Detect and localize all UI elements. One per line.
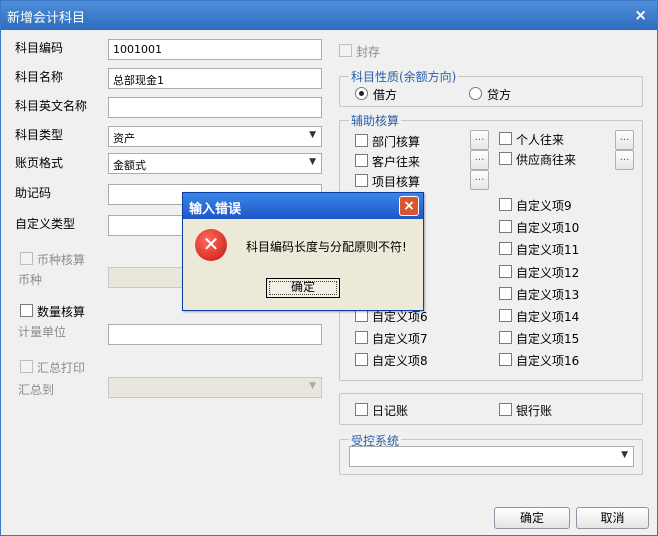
summary-to-label: 汇总到 (18, 383, 55, 397)
chevron-down-icon: ▼ (309, 381, 316, 391)
currency-label: 币种 (18, 273, 43, 287)
daily-journal-label: 日记账 (372, 404, 409, 418)
error-dialog: 输入错误 × ✕ 科目编码长度与分配原则不符! 确定 (182, 192, 424, 311)
currency-checkbox[interactable] (20, 252, 33, 265)
custom-item: 自定义项12 (516, 266, 580, 280)
close-icon[interactable]: × (634, 6, 647, 24)
credit-radio[interactable] (469, 87, 482, 100)
type-label: 科目类型 (15, 128, 64, 142)
chevron-down-icon: ▼ (309, 130, 316, 140)
aux-checkbox[interactable] (499, 287, 512, 300)
personal-select-button[interactable]: ... (615, 130, 634, 150)
dept-select-button[interactable]: ... (470, 130, 489, 150)
title-bar: 新增会计科目 × (1, 1, 657, 30)
currency-check-label: 币种核算 (37, 253, 86, 267)
debit-label: 借方 (373, 88, 398, 102)
aux-checkbox[interactable] (499, 242, 512, 255)
customer-select-button[interactable]: ... (470, 150, 489, 170)
aux-item-personal: 个人往来 (516, 133, 565, 147)
aux-checkbox[interactable] (499, 309, 512, 322)
custom-item: 自定义项15 (516, 332, 580, 346)
seal-checkbox[interactable] (339, 44, 352, 57)
ledger-label: 账页格式 (15, 156, 64, 170)
aux-checkbox[interactable] (499, 152, 512, 165)
aux-item-dept: 部门核算 (372, 135, 421, 149)
aux-checkbox[interactable] (499, 265, 512, 278)
dialog-message: 科目编码长度与分配原则不符! (246, 240, 407, 254)
supplier-select-button[interactable]: ... (615, 150, 634, 170)
error-icon: ✕ (195, 229, 227, 261)
custom-type-label: 自定义类型 (15, 217, 76, 231)
aux-checkbox[interactable] (355, 353, 368, 366)
code-label: 科目编码 (15, 41, 64, 55)
chevron-down-icon: ▼ (621, 450, 628, 460)
code-input[interactable]: 1001001 (108, 39, 322, 60)
aux-checkbox[interactable] (499, 353, 512, 366)
en-name-label: 科目英文名称 (15, 99, 88, 113)
bank-journal-label: 银行账 (516, 404, 553, 418)
quantity-check-label: 数量核算 (37, 305, 86, 319)
aux-checkbox[interactable] (499, 220, 512, 233)
en-name-input[interactable] (108, 97, 322, 118)
summary-to-select[interactable]: ▼ (108, 377, 322, 398)
custom-item: 自定义项8 (372, 354, 428, 368)
credit-label: 贷方 (487, 88, 512, 102)
aux-checkbox[interactable] (499, 198, 512, 211)
ok-button[interactable]: 确定 (494, 507, 570, 529)
aux-item-project: 项目核算 (372, 175, 421, 189)
custom-item: 自定义项7 (372, 332, 428, 346)
cancel-button[interactable]: 取消 (576, 507, 649, 529)
chevron-down-icon: ▼ (309, 157, 316, 167)
aux-checkbox[interactable] (355, 134, 368, 147)
type-value: 资产 (113, 132, 135, 145)
name-input[interactable]: 总部现金1 (108, 68, 322, 89)
seal-label: 封存 (356, 45, 381, 59)
dialog-ok-button[interactable]: 确定 (266, 278, 340, 298)
quantity-checkbox[interactable] (20, 304, 33, 317)
unit-input[interactable] (108, 324, 322, 345)
unit-label: 计量单位 (18, 325, 67, 339)
daily-journal-checkbox[interactable] (355, 403, 368, 416)
summary-print-label: 汇总打印 (37, 361, 86, 375)
window-title: 新增会计科目 (7, 11, 86, 26)
debit-radio[interactable] (355, 87, 368, 100)
bank-journal-checkbox[interactable] (499, 403, 512, 416)
mnemonic-label: 助记码 (15, 186, 52, 200)
custom-item: 自定义项11 (516, 243, 580, 257)
aux-checkbox[interactable] (499, 132, 512, 145)
dialog-title-bar: 输入错误 (183, 193, 423, 219)
dialog-close-icon[interactable]: × (399, 196, 419, 216)
aux-checkbox[interactable] (355, 331, 368, 344)
ledger-value: 金额式 (113, 159, 146, 172)
aux-checkbox[interactable] (499, 331, 512, 344)
aux-title: 辅助核算 (349, 112, 402, 129)
custom-item: 自定义项9 (516, 199, 572, 213)
custom-item: 自定义项10 (516, 221, 580, 235)
custom-item: 自定义项16 (516, 354, 580, 368)
custom-item: 自定义项14 (516, 310, 580, 324)
control-select[interactable]: ▼ (349, 446, 634, 467)
nature-title: 科目性质(余额方向) (349, 68, 459, 85)
aux-item-customer: 客户往来 (372, 155, 421, 169)
summary-print-checkbox[interactable] (20, 360, 33, 373)
custom-item: 自定义项13 (516, 288, 580, 302)
aux-item-supplier: 供应商往来 (516, 153, 577, 167)
dialog-title: 输入错误 (189, 202, 242, 217)
project-select-button[interactable]: ... (470, 170, 489, 190)
aux-checkbox[interactable] (355, 154, 368, 167)
ledger-select[interactable]: 金额式 ▼ (108, 153, 322, 174)
name-label: 科目名称 (15, 70, 64, 84)
type-select[interactable]: 资产 ▼ (108, 126, 322, 147)
aux-checkbox[interactable] (355, 174, 368, 187)
